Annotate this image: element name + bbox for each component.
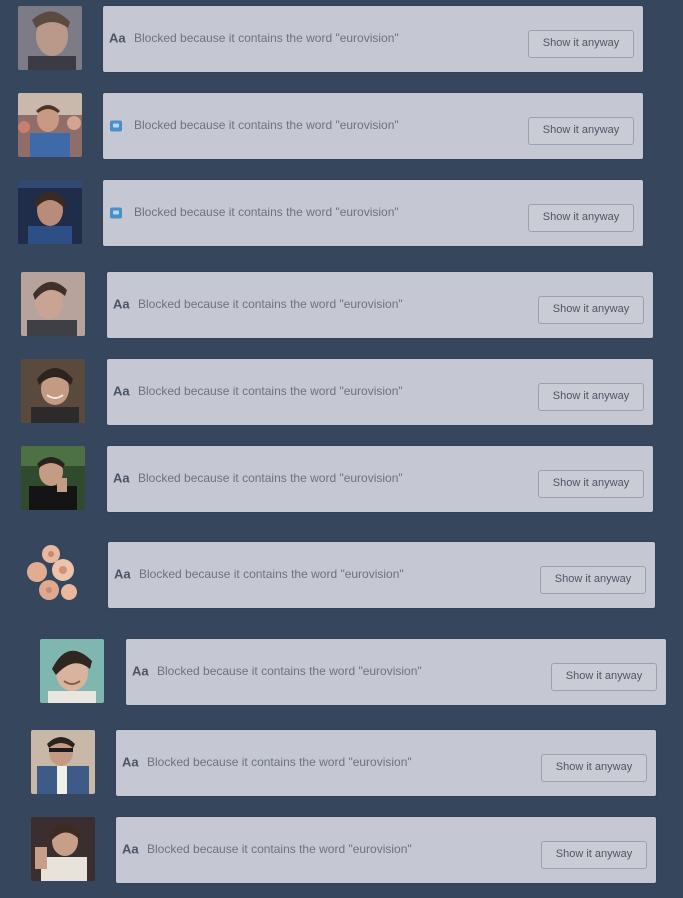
blocked-post-card: Aa Blocked because it contains the word … bbox=[116, 817, 656, 883]
blocked-message: Blocked because it contains the word "eu… bbox=[138, 471, 403, 485]
avatar[interactable] bbox=[40, 639, 104, 703]
avatar[interactable] bbox=[31, 817, 95, 881]
show-anyway-button[interactable]: Show it anyway bbox=[538, 296, 644, 324]
avatar[interactable] bbox=[18, 93, 82, 157]
post-row: Aa Blocked because it contains the word … bbox=[0, 542, 683, 608]
blocked-message: Blocked because it contains the word "eu… bbox=[138, 297, 403, 311]
post-row: Blocked because it contains the word "eu… bbox=[0, 180, 683, 246]
post-row: Aa Blocked because it contains the word … bbox=[0, 639, 683, 705]
show-anyway-button[interactable]: Show it anyway bbox=[541, 841, 647, 869]
blocked-post-card: Aa Blocked because it contains the word … bbox=[116, 730, 656, 796]
show-anyway-button[interactable]: Show it anyway bbox=[528, 204, 634, 232]
post-row: Aa Blocked because it contains the word … bbox=[0, 359, 683, 425]
post-row: Blocked because it contains the word "eu… bbox=[0, 93, 683, 159]
text-post-icon: Aa bbox=[113, 383, 130, 399]
show-anyway-button[interactable]: Show it anyway bbox=[528, 117, 634, 145]
blocked-message: Blocked because it contains the word "eu… bbox=[134, 205, 399, 219]
text-post-icon: Aa bbox=[109, 30, 126, 46]
avatar[interactable] bbox=[21, 272, 85, 336]
show-anyway-button[interactable]: Show it anyway bbox=[551, 663, 657, 691]
show-anyway-button[interactable]: Show it anyway bbox=[538, 383, 644, 411]
show-anyway-button[interactable]: Show it anyway bbox=[528, 30, 634, 58]
photo-post-icon bbox=[110, 207, 122, 219]
show-anyway-button[interactable]: Show it anyway bbox=[541, 754, 647, 782]
blocked-post-card: Aa Blocked because it contains the word … bbox=[108, 542, 655, 608]
blocked-post-card: Aa Blocked because it contains the word … bbox=[126, 639, 666, 705]
post-row: Aa Blocked because it contains the word … bbox=[0, 6, 683, 72]
post-row: Aa Blocked because it contains the word … bbox=[0, 730, 683, 796]
text-post-icon: Aa bbox=[114, 566, 131, 582]
blocked-message: Blocked because it contains the word "eu… bbox=[147, 842, 412, 856]
avatar[interactable] bbox=[31, 730, 95, 794]
blocked-post-card: Aa Blocked because it contains the word … bbox=[107, 446, 653, 512]
photo-post-icon bbox=[110, 120, 122, 132]
post-row: Aa Blocked because it contains the word … bbox=[0, 446, 683, 512]
blocked-message: Blocked because it contains the word "eu… bbox=[134, 31, 399, 45]
blocked-post-card: Aa Blocked because it contains the word … bbox=[107, 359, 653, 425]
post-row: Aa Blocked because it contains the word … bbox=[0, 272, 683, 338]
blocked-message: Blocked because it contains the word "eu… bbox=[157, 664, 422, 678]
blocked-message: Blocked because it contains the word "eu… bbox=[147, 755, 412, 769]
text-post-icon: Aa bbox=[122, 754, 139, 770]
blocked-post-card: Blocked because it contains the word "eu… bbox=[103, 180, 643, 246]
blocked-message: Blocked because it contains the word "eu… bbox=[139, 567, 404, 581]
blocked-post-card: Blocked because it contains the word "eu… bbox=[103, 93, 643, 159]
blocked-message: Blocked because it contains the word "eu… bbox=[134, 118, 399, 132]
blocked-post-card: Aa Blocked because it contains the word … bbox=[107, 272, 653, 338]
show-anyway-button[interactable]: Show it anyway bbox=[540, 566, 646, 594]
avatar[interactable] bbox=[21, 542, 85, 606]
show-anyway-button[interactable]: Show it anyway bbox=[538, 470, 644, 498]
avatar[interactable] bbox=[21, 359, 85, 423]
avatar[interactable] bbox=[18, 180, 82, 244]
text-post-icon: Aa bbox=[132, 663, 149, 679]
text-post-icon: Aa bbox=[113, 470, 130, 486]
text-post-icon: Aa bbox=[113, 296, 130, 312]
blocked-post-card: Aa Blocked because it contains the word … bbox=[103, 6, 643, 72]
text-post-icon: Aa bbox=[122, 841, 139, 857]
blocked-message: Blocked because it contains the word "eu… bbox=[138, 384, 403, 398]
avatar[interactable] bbox=[18, 6, 82, 70]
post-row: Aa Blocked because it contains the word … bbox=[0, 817, 683, 883]
avatar[interactable] bbox=[21, 446, 85, 510]
